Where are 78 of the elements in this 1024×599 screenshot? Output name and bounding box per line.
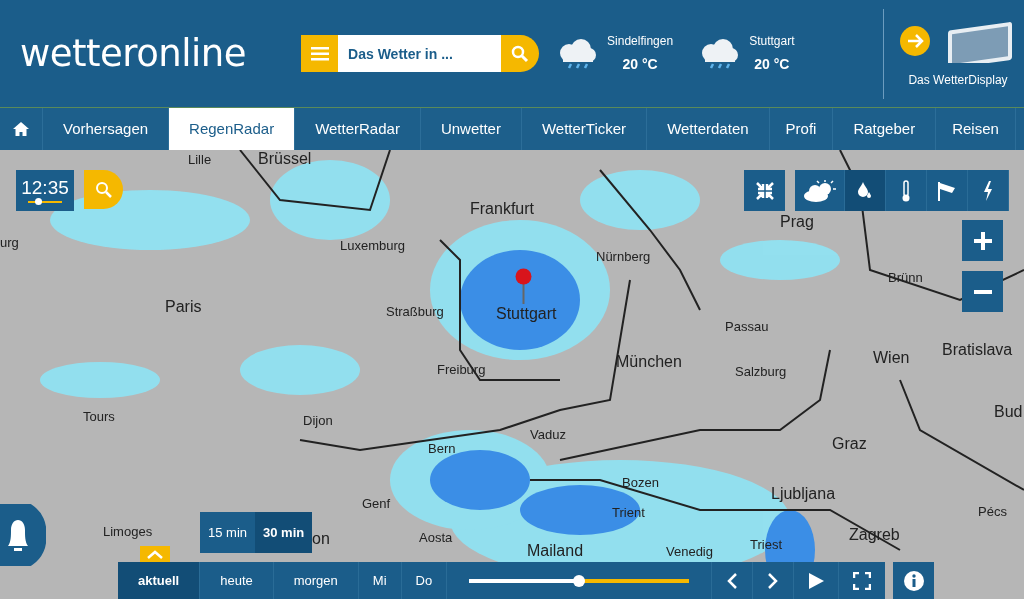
logo[interactable]: wetteronline (20, 25, 247, 82)
city-label: Limoges (103, 525, 153, 540)
zoom-in-button[interactable] (962, 220, 1003, 261)
city-label: Prag (780, 213, 814, 231)
city-label: Bratislava (942, 341, 1013, 359)
search-icon (511, 44, 530, 63)
city-label: Mailand (527, 542, 584, 560)
timeline-thumb[interactable] (573, 574, 586, 587)
location-pin-icon (515, 268, 532, 304)
layer-button[interactable] (968, 170, 1009, 211)
city-label: Ljubljana (771, 485, 836, 503)
city-label: Lille (188, 153, 212, 168)
layer-button[interactable] (886, 170, 927, 211)
city-label: Vaduz (530, 428, 566, 443)
city-label: Stuttgart (496, 305, 557, 323)
city-label: Bern (428, 442, 456, 457)
interval-button[interactable]: 15 min (200, 512, 256, 553)
fullscreen-icon (853, 572, 872, 591)
home-icon (12, 121, 30, 137)
lightning-icon (983, 180, 993, 201)
city-label: Triest (750, 538, 783, 553)
nav-tab[interactable]: RegenRadar (169, 108, 296, 150)
temperature: 20 °C (754, 55, 790, 74)
city-label: Frankfurt (470, 200, 534, 218)
interval-button[interactable]: 30 min (255, 512, 313, 553)
menu-icon (310, 46, 329, 61)
city-label: Trient (612, 506, 645, 521)
city-label: Salzburg (735, 365, 787, 380)
search-field[interactable]: Das Wetter in ... (338, 35, 502, 72)
city-label: Nürnberg (596, 250, 651, 265)
chevron-up-icon (147, 549, 163, 559)
collapse-button[interactable] (744, 170, 785, 211)
previous-button[interactable] (711, 562, 754, 599)
chevron-left-icon (726, 572, 739, 591)
layer-button[interactable] (795, 170, 845, 211)
city-label: Aosta (419, 531, 453, 546)
layer-button[interactable] (845, 170, 886, 211)
layer-button[interactable] (927, 170, 968, 211)
city-label: Graz (832, 435, 867, 453)
raindrops-icon (857, 180, 873, 201)
info-icon (902, 570, 925, 593)
city-label: Venedig (666, 545, 713, 560)
city-name: Stuttgart (749, 33, 795, 50)
city-label: Paris (165, 298, 202, 316)
city-label: Brüssel (258, 150, 312, 168)
chevron-right-icon (767, 572, 780, 591)
time-control[interactable]: 12:35 (16, 170, 74, 211)
arrow-button-icon[interactable] (900, 25, 930, 56)
collapse-icon (754, 180, 775, 201)
city-label: Passau (725, 320, 769, 335)
city-name: Sindelfingen (607, 33, 674, 50)
minus-icon (972, 290, 993, 295)
city-label: Luxemburg (340, 239, 406, 254)
city-label: Straßburg (386, 305, 444, 320)
bell-button-icon[interactable] (0, 504, 46, 566)
city-label: Bud (994, 403, 1023, 421)
windsock-icon (937, 180, 957, 201)
play-icon (808, 572, 825, 591)
time-slider-thumb[interactable] (35, 198, 43, 205)
sun-cloud-icon (802, 179, 837, 202)
temperature: 20 °C (622, 55, 658, 74)
city-label: Genf (362, 497, 391, 512)
info-button[interactable] (893, 562, 935, 599)
city-label: Wien (873, 349, 910, 367)
city-label: urg (0, 236, 19, 251)
city-label: München (616, 353, 682, 371)
search-icon (94, 181, 113, 200)
promo-label[interactable]: Das WetterDisplay (908, 70, 1008, 89)
city-label: Tours (83, 410, 115, 425)
zoom-out-button[interactable] (962, 271, 1003, 312)
day-tab[interactable]: aktuell (118, 562, 201, 599)
city-label: Dijon (303, 414, 333, 429)
city-label: Bozen (622, 476, 659, 491)
city-label: Pécs (978, 505, 1007, 520)
search-button[interactable] (501, 35, 540, 72)
thermometer-icon (901, 179, 911, 202)
plus-icon (972, 230, 993, 251)
city-label: on (312, 530, 330, 548)
